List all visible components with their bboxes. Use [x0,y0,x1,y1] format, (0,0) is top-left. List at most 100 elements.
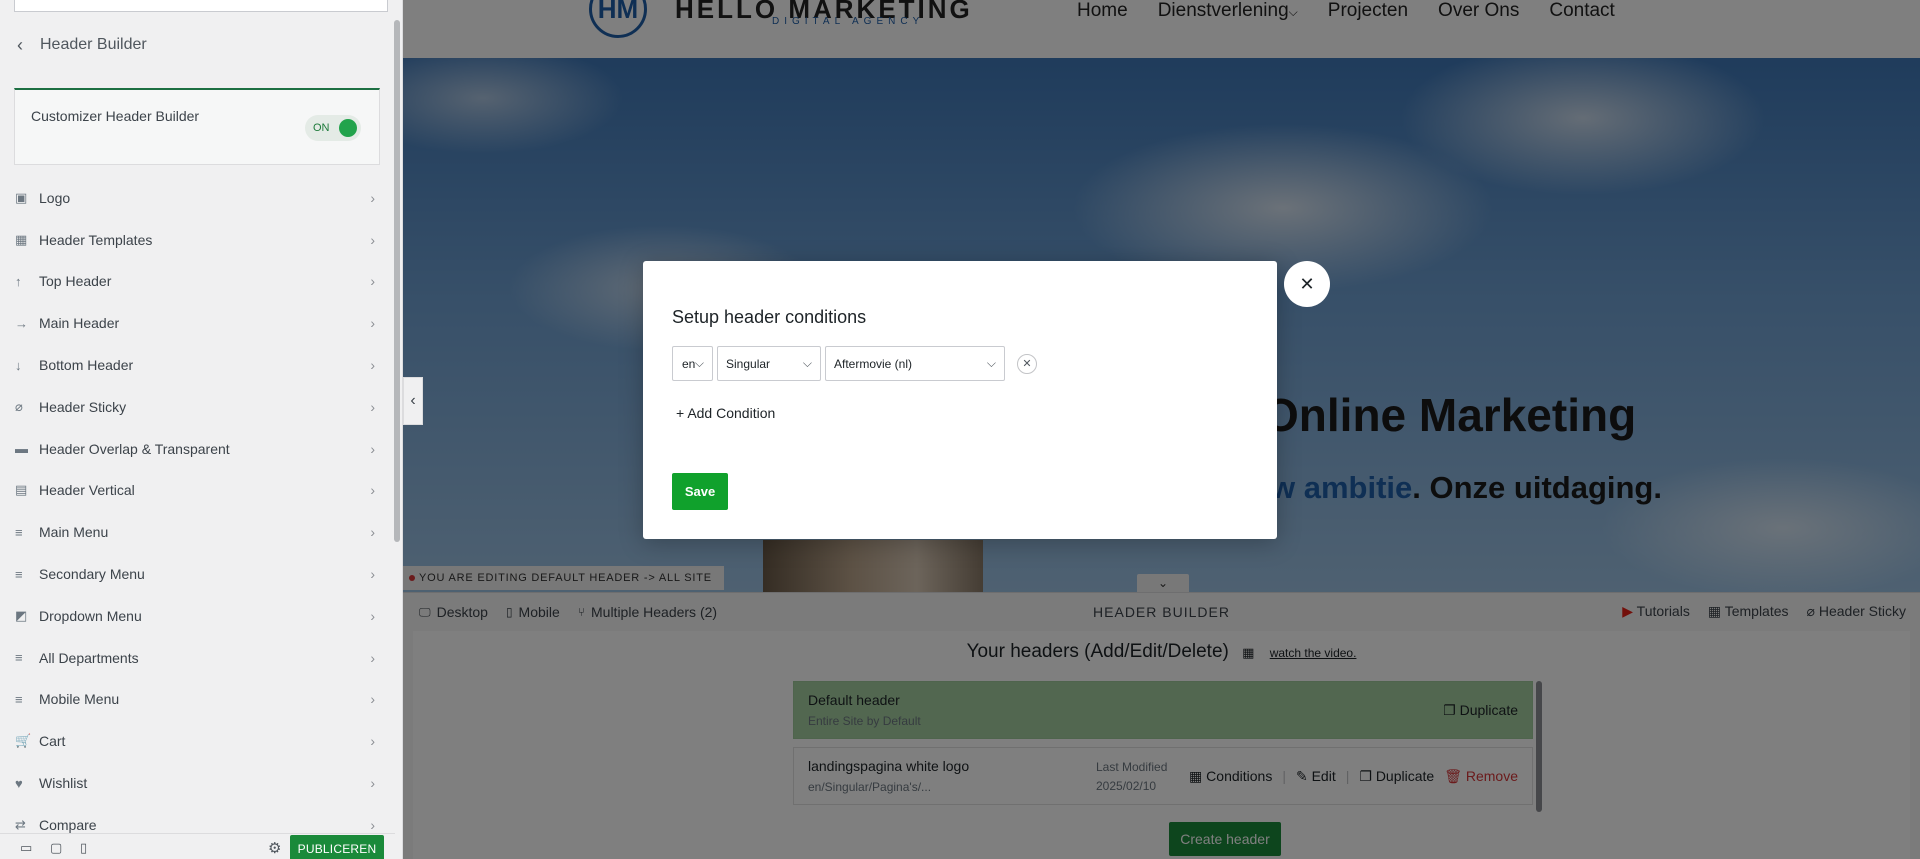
condition-item-value: Aftermovie (nl) [834,356,913,371]
sidebar-item-dropdown-menu[interactable]: ◩ Dropdown Menu › [0,595,395,637]
chevron-right-icon: › [370,315,375,332]
mobile-preview-icon[interactable]: ▯ [80,840,87,856]
sidebar-menu: ▣ Logo › ▦ Header Templates › ↑ Top Header › → Mai… [0,177,395,846]
menu-icon: ≡ [15,650,23,666]
sidebar-item-label: Logo [39,189,71,206]
search-input[interactable] [14,0,388,12]
sidebar-item-label: Header Overlap & Transparent [39,440,230,457]
layers-icon: ▬ [15,441,28,457]
toggle-label: Customizer Header Builder [31,108,200,124]
sidebar-item-secondary-menu[interactable]: ≡ Secondary Menu › [0,553,395,595]
gear-icon[interactable]: ⚙ [268,839,281,857]
sidebar-item-label: Mobile Menu [39,691,120,708]
chevron-left-icon: ‹ [410,392,416,409]
chevron-down-icon: ⌵ [694,356,704,370]
sidebar-item-logo[interactable]: ▣ Logo › [0,177,395,219]
sidebar-item-mobile-menu[interactable]: ≡ Mobile Menu › [0,679,395,721]
menu-icon: ≡ [15,524,23,540]
back-row[interactable]: ‹ Header Builder [0,26,395,64]
collapse-sidebar-button[interactable]: ‹ [403,377,423,425]
chevron-right-icon: › [370,482,375,499]
sidebar-item-cart[interactable]: 🛒 Cart › [0,720,395,762]
arrow-down-icon: ↓ [15,357,22,373]
heart-icon: ♥ [15,775,23,791]
chevron-right-icon: › [370,607,375,624]
sidebar-scrollbar[interactable] [394,20,400,542]
dropdown-icon: ◩ [15,607,28,623]
sidebar-item-label: Header Sticky [39,398,127,415]
publish-button[interactable]: PUBLICEREN [290,835,384,859]
remove-condition-button[interactable]: ✕ [1017,353,1037,374]
sidebar-item-label: Dropdown Menu [39,607,142,624]
add-condition-label: Add Condition [687,405,776,421]
compare-icon: ⇄ [15,816,26,832]
sidebar-item-label: Compare [39,816,97,833]
condition-row: en ⌵ Singular ⌵ Aftermovie (nl) ⌵ ✕ [672,346,1037,381]
close-icon: ✕ [1022,358,1032,370]
modal-title: Setup header conditions [672,307,867,327]
sidebar-item-top-header[interactable]: ↑ Top Header › [0,261,395,303]
add-condition-button[interactable]: + Add Condition [676,405,775,421]
paperclip-icon: ⌀ [15,398,23,414]
tablet-preview-icon[interactable]: ▢ [50,840,62,856]
condition-item-select[interactable]: Aftermovie (nl) ⌵ [825,346,1005,381]
sidebar-item-header-templates[interactable]: ▦ Header Templates › [0,219,395,261]
desktop-preview-icon[interactable]: ▭ [20,840,32,856]
close-icon: ✕ [1299,273,1315,294]
sidebar-item-main-header[interactable]: → Main Header › [0,302,395,344]
chevron-right-icon: › [370,649,375,666]
menu-icon: ≡ [15,566,23,582]
section-title: Header Builder [40,36,147,53]
cart-icon: 🛒 [15,733,32,749]
header-conditions-modal: Setup header conditions en ⌵ Singular ⌵ Af… [643,261,1277,539]
sidebar-item-label: Bottom Header [39,357,134,374]
sidebar-footer: ▭ ▢ ▯ ⚙ PUBLICEREN [0,833,395,859]
sidebar-item-main-menu[interactable]: ≡ Main Menu › [0,511,395,553]
chevron-right-icon: › [370,566,375,583]
header-builder-toggle-card: Customizer Header Builder ON [14,88,380,165]
chevron-down-icon: ⌵ [986,356,996,370]
sidebar-item-label: Header Templates [39,231,153,248]
modal-close-button[interactable]: ✕ [1284,261,1330,307]
chevron-right-icon: › [370,440,375,457]
save-button[interactable]: Save [672,473,728,510]
chevron-right-icon: › [370,524,375,541]
sidebar-item-label: Top Header [39,273,112,290]
chevron-right-icon: › [370,398,375,415]
chevron-right-icon: › [370,733,375,750]
customizer-sidebar: ‹ Header Builder Customizer Header Build… [0,0,403,859]
sidebar-item-header-sticky[interactable]: ⌀ Header Sticky › [0,386,395,428]
chevron-right-icon: › [370,231,375,248]
condition-type-value: Singular [726,356,771,371]
sidebar-item-all-departments[interactable]: ≡ All Departments › [0,637,395,679]
menu-icon: ≡ [15,691,23,707]
sidebar-item-bottom-header[interactable]: ↓ Bottom Header › [0,344,395,386]
sidebar-item-header-overlap-transparent[interactable]: ▬ Header Overlap & Transparent › [0,428,395,470]
sidebar-item-header-vertical[interactable]: ▤ Header Vertical › [0,470,395,512]
chevron-right-icon: › [370,273,375,290]
document-icon: ▤ [15,482,28,498]
chevron-right-icon: › [370,775,375,792]
chevron-right-icon: › [370,816,375,833]
language-value: en [682,356,696,371]
arrow-up-icon: ↑ [15,273,22,289]
toggle-knob [339,119,357,137]
sidebar-item-label: Wishlist [39,775,88,792]
grid-icon: ▦ [15,231,28,247]
sidebar-item-wishlist[interactable]: ♥ Wishlist › [0,762,395,804]
sidebar-item-label: Header Vertical [39,482,135,499]
chevron-down-icon: ⌵ [802,356,812,370]
chevron-right-icon: › [370,691,375,708]
sidebar-item-label: Main Menu [39,524,109,541]
language-select[interactable]: en ⌵ [672,346,713,381]
chevron-right-icon: › [370,357,375,374]
chevron-left-icon[interactable]: ‹ [0,35,40,56]
chevron-right-icon: › [370,189,375,206]
sidebar-item-label: Main Header [39,315,120,332]
image-icon: ▣ [15,189,28,205]
sidebar-item-label: All Departments [39,649,139,666]
arrow-right-icon: → [15,315,28,331]
condition-type-select[interactable]: Singular ⌵ [717,346,821,381]
header-builder-toggle[interactable]: ON [305,115,361,141]
sidebar-item-label: Cart [39,733,66,750]
